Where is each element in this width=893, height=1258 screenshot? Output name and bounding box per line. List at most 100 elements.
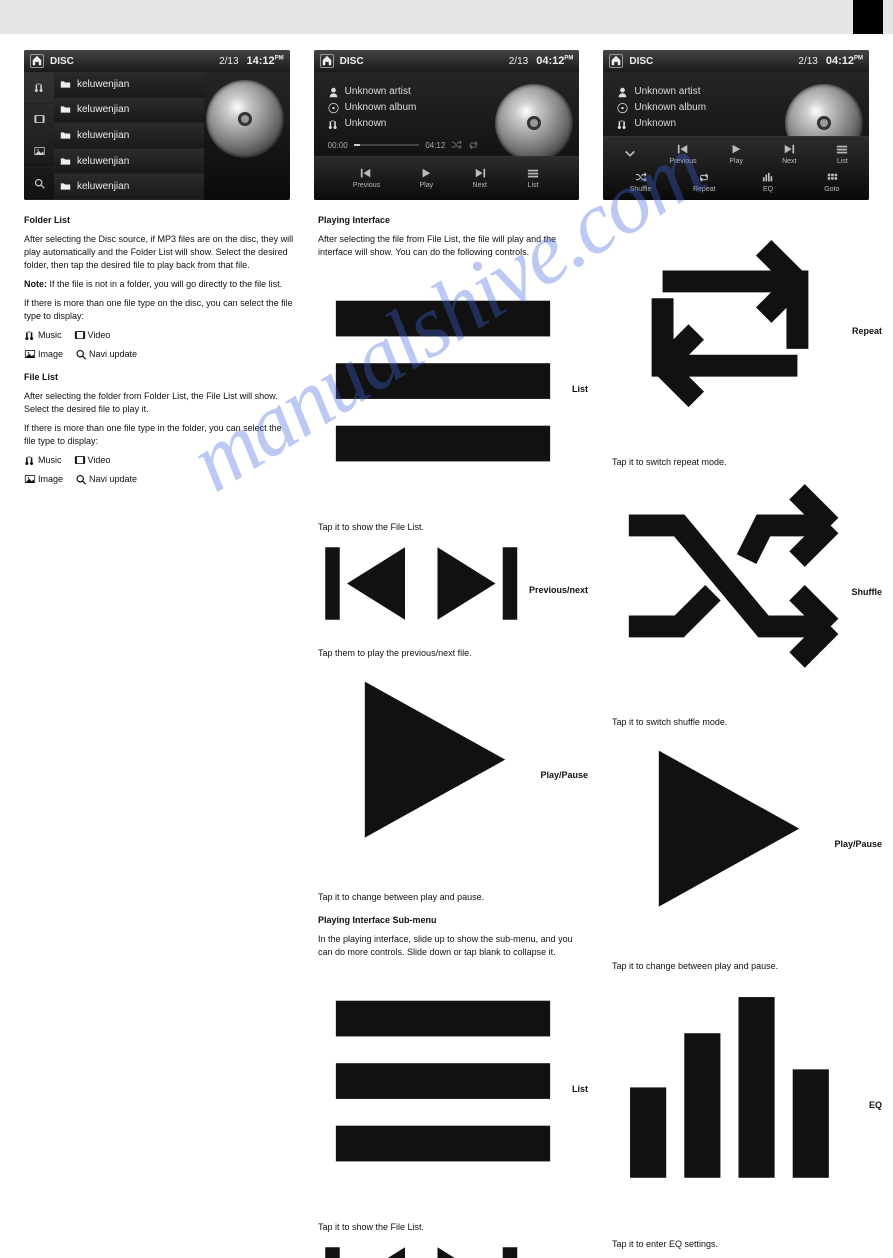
sidebar-search-icon[interactable] [24, 168, 54, 200]
list-icon [318, 965, 568, 1215]
source-title: DISC [629, 56, 653, 67]
goto-button[interactable]: Goto [805, 172, 858, 193]
search-icon [75, 349, 87, 360]
header-bar [0, 0, 893, 34]
home-icon[interactable] [609, 54, 623, 68]
screenshots-row: DISC 2/13 14:12PM keluwenjian keluwenjia… [0, 34, 893, 204]
icon-legend: Music Video [24, 454, 294, 467]
body-text: If there is more than one file type in t… [24, 422, 294, 448]
body-text: Tap it to switch repeat mode. [612, 456, 882, 469]
list-button[interactable]: List [816, 144, 869, 165]
list-item[interactable]: keluwenjian [54, 72, 204, 98]
body-text: Tap it to change between play and pause. [612, 960, 882, 973]
eq-control-desc: EQ [612, 979, 882, 1232]
eq-icon [612, 979, 865, 1232]
submenu-heading: Playing Interface Sub-menu [318, 914, 588, 927]
playing-interface-screen: DISC 2/13 04:12PM Unknown artist Unknown… [314, 50, 580, 200]
image-icon [24, 474, 36, 485]
repeat-button[interactable]: Repeat [678, 172, 731, 193]
playing-submenu-screen: DISC 2/13 04:12PM Unknown artist Unknown… [603, 50, 869, 200]
sidebar-music-icon[interactable] [24, 72, 54, 104]
image-icon [24, 349, 36, 360]
track-counter: 2/13 [509, 56, 528, 67]
play-icon [612, 735, 830, 953]
video-icon [74, 455, 86, 466]
next-icon [423, 1240, 524, 1258]
next-button[interactable]: Next [763, 144, 816, 165]
icon-legend: Image Navi update [24, 473, 294, 486]
clock: 14:12PM [247, 55, 284, 67]
play-button[interactable]: Play [419, 168, 433, 189]
repeat-icon [612, 214, 848, 450]
next-button[interactable]: Next [473, 168, 487, 189]
previous-button[interactable]: Previous [353, 168, 380, 189]
source-title: DISC [340, 56, 364, 67]
track-counter: 2/13 [219, 56, 238, 67]
disc-header: DISC 2/13 04:12PM [603, 50, 869, 72]
body-text: After selecting the Disc source, if MP3 … [24, 233, 294, 272]
col3: Repeat Tap it to switch repeat mode. Shu… [612, 214, 882, 1258]
body-text: Tap them to play the previous/next file. [318, 647, 588, 660]
manual-text-columns: Folder List After selecting the Disc sou… [0, 204, 893, 1258]
file-type-sidebar [24, 72, 54, 200]
play-control-desc: Play/Pause [318, 666, 588, 884]
collapse-button[interactable] [603, 148, 656, 162]
prev-icon [318, 540, 419, 641]
file-list-heading: File List [24, 371, 294, 384]
track-counter: 2/13 [798, 56, 817, 67]
artist-label: Unknown artist [634, 84, 700, 100]
icon-legend: Image Navi update [24, 348, 294, 361]
body-text: If there is more than one file type on t… [24, 297, 294, 323]
list-item[interactable]: keluwenjian [54, 123, 204, 149]
body-text: In the playing interface, slide up to sh… [318, 933, 588, 959]
track-label: Unknown [634, 116, 676, 132]
disc-art [495, 84, 573, 162]
artist-label: Unknown artist [345, 84, 411, 100]
play-control-desc: Play/Pause [612, 735, 882, 953]
album-label: Unknown album [634, 100, 706, 116]
prevnext-control-desc: Previous/next [318, 1240, 588, 1258]
folder-list-screen: DISC 2/13 14:12PM keluwenjian keluwenjia… [24, 50, 290, 200]
disc-art [206, 80, 284, 158]
music-icon [24, 455, 36, 466]
now-playing-meta: Unknown artist Unknown album Unknown [328, 84, 417, 132]
list-button[interactable]: List [526, 168, 540, 189]
note-text: Note: If the file is not in a folder, yo… [24, 278, 294, 291]
list-item[interactable]: keluwenjian [54, 174, 204, 200]
home-icon[interactable] [30, 54, 44, 68]
progress-bar[interactable]: 00:00 04:12 [328, 140, 480, 150]
play-icon [318, 666, 536, 884]
now-playing-meta: Unknown artist Unknown album Unknown [617, 84, 706, 132]
shuffle-button[interactable]: Shuffle [614, 172, 667, 193]
previous-button[interactable]: Previous [656, 144, 709, 165]
list-item[interactable]: keluwenjian [54, 98, 204, 124]
folder-list: keluwenjian keluwenjian keluwenjian kelu… [54, 72, 204, 200]
search-icon [75, 474, 87, 485]
sidebar-video-icon[interactable] [24, 104, 54, 136]
body-text: Tap it to switch shuffle mode. [612, 716, 882, 729]
play-button[interactable]: Play [710, 144, 763, 165]
disc-header: DISC 2/13 14:12PM [24, 50, 290, 72]
icon-legend: Music Video [24, 329, 294, 342]
clock: 04:12PM [536, 55, 573, 67]
sidebar-image-icon[interactable] [24, 136, 54, 168]
player-submenu-controls: Previous Play Next List Shuffle Repeat E… [603, 136, 869, 200]
goto-control-desc: Goto [612, 1257, 882, 1258]
list-item[interactable]: keluwenjian [54, 149, 204, 175]
eq-button[interactable]: EQ [741, 172, 794, 193]
list-control-desc: List [318, 265, 588, 515]
prev-icon [318, 1240, 419, 1258]
body-text: After selecting the folder from Folder L… [24, 390, 294, 416]
shuffle-icon [451, 140, 462, 151]
home-icon[interactable] [320, 54, 334, 68]
body-text: Tap it to change between play and pause. [318, 891, 588, 904]
folder-list-heading: Folder List [24, 214, 294, 227]
list-icon [318, 265, 568, 515]
body-text: After selecting the file from File List,… [318, 233, 588, 259]
col2: Playing Interface After selecting the fi… [318, 214, 588, 1258]
video-icon [74, 330, 86, 341]
col1: Folder List After selecting the Disc sou… [24, 214, 294, 1258]
shuffle-control-desc: Shuffle [612, 475, 882, 711]
repeat-control-desc: Repeat [612, 214, 882, 450]
music-icon [24, 330, 36, 341]
